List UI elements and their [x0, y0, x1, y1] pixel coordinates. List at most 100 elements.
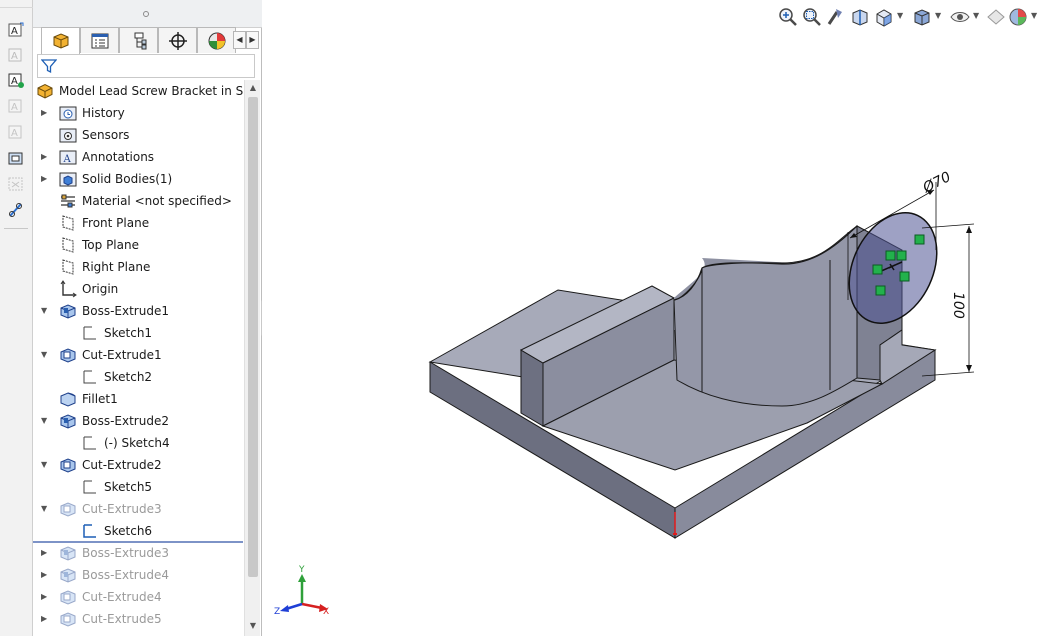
expand-arrow-icon[interactable]: ▶	[41, 592, 49, 602]
relation-marker-4[interactable]	[872, 264, 883, 275]
sketch-active-icon	[81, 522, 99, 540]
tree-item-boss-extrude2[interactable]: ▼ Boss-Extrude2	[33, 410, 243, 432]
tree-item-label: (-) Sketch4	[104, 436, 170, 450]
expand-arrow-icon[interactable]: ▼	[41, 350, 49, 360]
tree-item-right-plane[interactable]: Right Plane	[33, 256, 243, 278]
sensors-folder-icon	[59, 126, 77, 144]
triad-y-label: Y	[298, 565, 305, 575]
tree-item-solid-bodies-1[interactable]: ▶ Solid Bodies(1)	[33, 168, 243, 190]
tree-item-annotations[interactable]: ▶ A Annotations	[33, 146, 243, 168]
diameter-dimension-text[interactable]: Ø70	[920, 169, 954, 197]
boss-extrude-icon	[59, 566, 77, 584]
expand-arrow-icon[interactable]: ▶	[41, 152, 49, 162]
svg-text:A: A	[63, 154, 72, 165]
length-dimension-text[interactable]: 100	[950, 292, 966, 319]
relation-marker-3[interactable]	[914, 234, 925, 245]
tree-item-boss-extrude3[interactable]: ▶ Boss-Extrude3	[33, 542, 243, 564]
model-view[interactable]: Ø70 100 Y X Z	[262, 0, 1049, 636]
tree-item-label: Sketch1	[104, 326, 153, 340]
tree-root-label: Model Lead Screw Bracket in SolidW	[59, 84, 243, 98]
tree-item-front-plane[interactable]: Front Plane	[33, 212, 243, 234]
expand-arrow-icon[interactable]: ▼	[41, 504, 49, 514]
tree-item-cut-extrude5[interactable]: ▶ Cut-Extrude5	[33, 608, 243, 630]
reference-triad[interactable]: Y X Z	[274, 565, 329, 617]
tab-dimxpert-manager[interactable]	[158, 27, 197, 53]
previous-view-icon[interactable]	[825, 6, 847, 28]
tree-item-label: Sketch6	[104, 524, 153, 538]
scroll-down-button[interactable]: ▼	[245, 618, 261, 634]
edit-appearance-icon[interactable]	[985, 6, 1007, 28]
tree-item-boss-extrude4[interactable]: ▶ Boss-Extrude4	[33, 564, 243, 586]
expand-arrow-icon[interactable]: ▶	[41, 108, 49, 118]
tree-item-sketch6[interactable]: Sketch6	[33, 520, 243, 542]
annotations-folder-icon: A	[59, 148, 77, 166]
tab-display-manager[interactable]	[197, 27, 236, 53]
hide-show-items-icon[interactable]	[949, 6, 971, 28]
tree-root-part[interactable]: Model Lead Screw Bracket in SolidW	[33, 80, 243, 102]
hide-show-dropdown[interactable]: ▼	[973, 11, 979, 20]
smart-dimension-icon[interactable]: A	[6, 20, 26, 40]
view-orientation-icon[interactable]	[873, 6, 895, 28]
expand-arrow-icon[interactable]: ▶	[41, 548, 49, 558]
tree-item-label: Sensors	[82, 128, 130, 142]
display-style-dropdown[interactable]: ▼	[935, 11, 941, 20]
tree-item-label: Right Plane	[82, 260, 151, 274]
strip-grip[interactable]	[0, 0, 33, 8]
tree-item-top-plane[interactable]: Top Plane	[33, 234, 243, 256]
tree-item-cut-extrude3[interactable]: ▼ Cut-Extrude3	[33, 498, 243, 520]
rollback-bar[interactable]	[33, 541, 243, 543]
expand-arrow-icon[interactable]: ▼	[41, 306, 49, 316]
view-orientation-dropdown[interactable]: ▼	[897, 11, 903, 20]
tree-item-sketch4[interactable]: (-) Sketch4	[33, 432, 243, 454]
scene-dropdown[interactable]: ▼	[1031, 11, 1037, 20]
tree-scrollbar[interactable]: ▲ ▼	[244, 80, 260, 636]
section-view-icon[interactable]	[849, 6, 871, 28]
tree-item-label: Cut-Extrude1	[82, 348, 162, 362]
zoom-to-area-icon[interactable]	[801, 6, 823, 28]
tree-item-sketch5[interactable]: Sketch5	[33, 476, 243, 498]
panel-grip-icon[interactable]	[143, 11, 149, 17]
tab-configuration-manager[interactable]	[119, 27, 158, 53]
relation-marker-6[interactable]	[875, 285, 886, 296]
tree-item-boss-extrude1[interactable]: ▼ Boss-Extrude1	[33, 300, 243, 322]
sketch-icon	[81, 368, 99, 386]
tree-item-material-not-specified[interactable]: Material <not specified>	[33, 190, 243, 212]
expand-arrow-icon[interactable]: ▶	[41, 614, 49, 624]
tab-scroll-left-button[interactable]: ◀	[233, 31, 246, 49]
geometric-relations-icon[interactable]	[6, 200, 26, 220]
tab-property-manager[interactable]	[80, 27, 119, 53]
history-folder-icon	[59, 104, 77, 122]
tree-item-sketch1[interactable]: Sketch1	[33, 322, 243, 344]
tree-item-history[interactable]: ▶ History	[33, 102, 243, 124]
expand-arrow-icon[interactable]: ▶	[41, 174, 49, 184]
relation-marker-2[interactable]	[896, 250, 907, 261]
expand-arrow-icon[interactable]: ▼	[41, 460, 49, 470]
tree-item-origin[interactable]: Origin	[33, 278, 243, 300]
tab-scroll-right-button[interactable]: ▶	[246, 31, 259, 49]
tree-item-cut-extrude1[interactable]: ▼ Cut-Extrude1	[33, 344, 243, 366]
scroll-thumb[interactable]	[248, 97, 258, 577]
tree-item-label: Sketch5	[104, 480, 153, 494]
tree-item-sketch2[interactable]: Sketch2	[33, 366, 243, 388]
relation-marker-5[interactable]	[899, 271, 910, 282]
expand-arrow-icon[interactable]: ▼	[41, 416, 49, 426]
display-style-icon[interactable]	[911, 6, 933, 28]
scroll-up-button[interactable]: ▲	[245, 80, 261, 96]
tab-feature-manager[interactable]	[41, 27, 80, 54]
tree-item-label: Cut-Extrude2	[82, 458, 162, 472]
tree-item-label: Front Plane	[82, 216, 150, 230]
balloon-disabled-icon: A	[6, 96, 26, 116]
graphics-viewport[interactable]: Ø70 100 Y X Z ▼ ▼ ▼ ▼	[262, 0, 1049, 636]
note-icon[interactable]: A	[6, 70, 26, 90]
zoom-to-fit-icon[interactable]	[777, 6, 799, 28]
tree-item-sensors[interactable]: Sensors	[33, 124, 243, 146]
tree-item-cut-extrude4[interactable]: ▶ Cut-Extrude4	[33, 586, 243, 608]
weld-symbol-icon[interactable]	[6, 148, 26, 168]
apply-scene-icon[interactable]	[1007, 6, 1029, 28]
boss-extrude-icon	[59, 544, 77, 562]
tree-filter-input[interactable]	[37, 54, 255, 78]
tree-item-cut-extrude2[interactable]: ▼ Cut-Extrude2	[33, 454, 243, 476]
tree-item-fillet1[interactable]: Fillet1	[33, 388, 243, 410]
relation-marker-1[interactable]	[885, 250, 896, 261]
expand-arrow-icon[interactable]: ▶	[41, 570, 49, 580]
